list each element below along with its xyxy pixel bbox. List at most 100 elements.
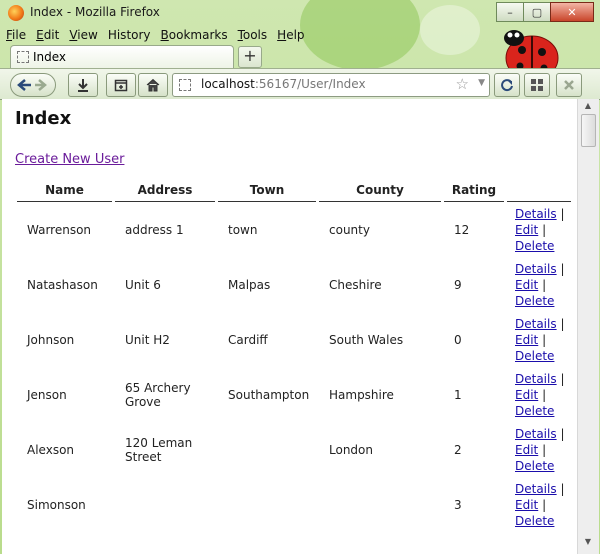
column-header-actions — [507, 179, 571, 202]
cell-address: 120 Leman Street — [125, 435, 193, 464]
delete-link[interactable]: Delete — [515, 349, 554, 363]
maximize-button[interactable]: ▢ — [523, 2, 551, 22]
navigation-toolbar: localhost:56167/User/Index ☆ ▼ — [0, 68, 600, 100]
url-dropdown-icon[interactable]: ▼ — [478, 78, 485, 88]
tab-index[interactable]: Index — [10, 45, 234, 68]
edit-link[interactable]: Edit — [515, 333, 538, 347]
back-forward-button[interactable] — [10, 73, 56, 97]
cell-address: 65 Archery Grove — [125, 380, 191, 409]
cell-actions: Details | Edit | Delete — [507, 422, 571, 477]
cell-actions: Details | Edit | Delete — [507, 312, 571, 367]
minimize-button[interactable]: – — [496, 2, 524, 22]
stop-x-icon — [564, 80, 574, 90]
details-link[interactable]: Details — [515, 482, 557, 496]
cell-rating: 12 — [454, 222, 470, 237]
title-bar: Index - Mozilla Firefox – ▢ ✕ — [0, 0, 600, 28]
details-link[interactable]: Details — [515, 262, 557, 276]
cell-actions: Details | Edit | Delete — [507, 367, 571, 422]
new-tab-button[interactable]: + — [238, 46, 262, 68]
menu-view[interactable]: View — [69, 28, 97, 46]
menu-history[interactable]: History — [108, 28, 151, 46]
separator: | — [542, 332, 547, 347]
edit-link[interactable]: Edit — [515, 388, 538, 402]
separator: | — [542, 497, 547, 512]
cell-actions: Details | Edit | Delete — [507, 477, 571, 532]
cell-town — [218, 422, 316, 477]
cell-address — [115, 477, 215, 532]
window-controls: – ▢ ✕ — [496, 2, 594, 22]
cell-county: Hampshire — [329, 387, 394, 402]
reload-button[interactable] — [494, 73, 520, 97]
delete-link[interactable]: Delete — [515, 404, 554, 418]
cell-address: Unit H2 — [125, 332, 170, 347]
edit-link[interactable]: Edit — [515, 443, 538, 457]
url-text: localhost:56167/User/Index — [201, 77, 366, 91]
reload-icon — [501, 79, 513, 92]
edit-link[interactable]: Edit — [515, 223, 538, 237]
create-new-user-link[interactable]: Create New User — [15, 152, 124, 167]
table-row: Johnson Unit H2 Cardiff South Wales 0 De… — [17, 312, 571, 367]
cell-town: Cardiff — [228, 332, 268, 347]
tab-strip: Index + — [6, 45, 596, 69]
firefox-icon — [8, 5, 24, 21]
table-row: Natashason Unit 6 Malpas Cheshire 9 Deta… — [17, 257, 571, 312]
separator: | — [560, 481, 565, 496]
cell-county: county — [329, 222, 370, 237]
cell-town: town — [228, 222, 258, 237]
details-link[interactable]: Details — [515, 207, 557, 221]
site-identity-icon — [179, 79, 191, 91]
cell-name: Alexson — [27, 442, 75, 457]
new-window-button[interactable] — [106, 73, 136, 97]
details-link[interactable]: Details — [515, 317, 557, 331]
sidebar-button[interactable] — [524, 73, 550, 97]
vertical-scrollbar[interactable]: ▲ ▼ — [577, 99, 599, 554]
cell-name: Johnson — [27, 332, 75, 347]
menu-help[interactable]: Help — [277, 28, 304, 46]
browser-window: Index - Mozilla Firefox – ▢ ✕ File Edit … — [0, 0, 600, 554]
stop-button[interactable] — [556, 73, 582, 97]
address-bar[interactable]: localhost:56167/User/Index ☆ ▼ — [172, 73, 490, 97]
cell-rating: 9 — [454, 277, 462, 292]
menu-tools[interactable]: Tools — [238, 28, 268, 46]
table-row: Simonson 3 Details | Edit | Delete — [17, 477, 571, 532]
scroll-down-arrow-icon[interactable]: ▼ — [580, 537, 596, 549]
column-header-address: Address — [115, 179, 215, 202]
users-table: Name Address Town County Rating Warrenso… — [14, 179, 574, 532]
cell-address: Unit 6 — [125, 277, 161, 292]
close-button[interactable]: ✕ — [550, 2, 594, 22]
edit-link[interactable]: Edit — [515, 278, 538, 292]
home-icon — [146, 78, 160, 92]
page-icon — [17, 51, 29, 63]
separator: | — [542, 222, 547, 237]
scroll-thumb[interactable] — [581, 114, 596, 147]
edit-link[interactable]: Edit — [515, 498, 538, 512]
window-title: Index - Mozilla Firefox — [30, 5, 160, 19]
cell-address: address 1 — [125, 222, 184, 237]
menu-file[interactable]: File — [6, 28, 26, 46]
column-header-town: Town — [218, 179, 316, 202]
tab-label: Index — [33, 50, 67, 64]
delete-link[interactable]: Delete — [515, 294, 554, 308]
separator: | — [542, 442, 547, 457]
cell-town — [218, 477, 316, 532]
cell-actions: Details | Edit | Delete — [507, 257, 571, 312]
table-row: Alexson 120 Leman Street London 2 Detail… — [17, 422, 571, 477]
menu-bookmarks[interactable]: Bookmarks — [161, 28, 228, 46]
bookmark-star-icon[interactable]: ☆ — [456, 75, 469, 93]
scroll-up-arrow-icon[interactable]: ▲ — [580, 101, 596, 113]
cell-county: London — [329, 442, 373, 457]
downloads-button[interactable] — [68, 73, 98, 97]
new-window-icon — [114, 79, 128, 92]
home-button[interactable] — [138, 73, 168, 97]
delete-link[interactable]: Delete — [515, 459, 554, 473]
details-link[interactable]: Details — [515, 427, 557, 441]
separator: | — [542, 277, 547, 292]
menu-bar: File Edit View History Bookmarks Tools H… — [6, 28, 315, 46]
cell-town: Malpas — [228, 277, 271, 292]
cell-name: Simonson — [27, 497, 86, 512]
delete-link[interactable]: Delete — [515, 239, 554, 253]
menu-edit[interactable]: Edit — [36, 28, 59, 46]
cell-actions: Details | Edit | Delete — [507, 202, 571, 257]
details-link[interactable]: Details — [515, 372, 557, 386]
delete-link[interactable]: Delete — [515, 514, 554, 528]
